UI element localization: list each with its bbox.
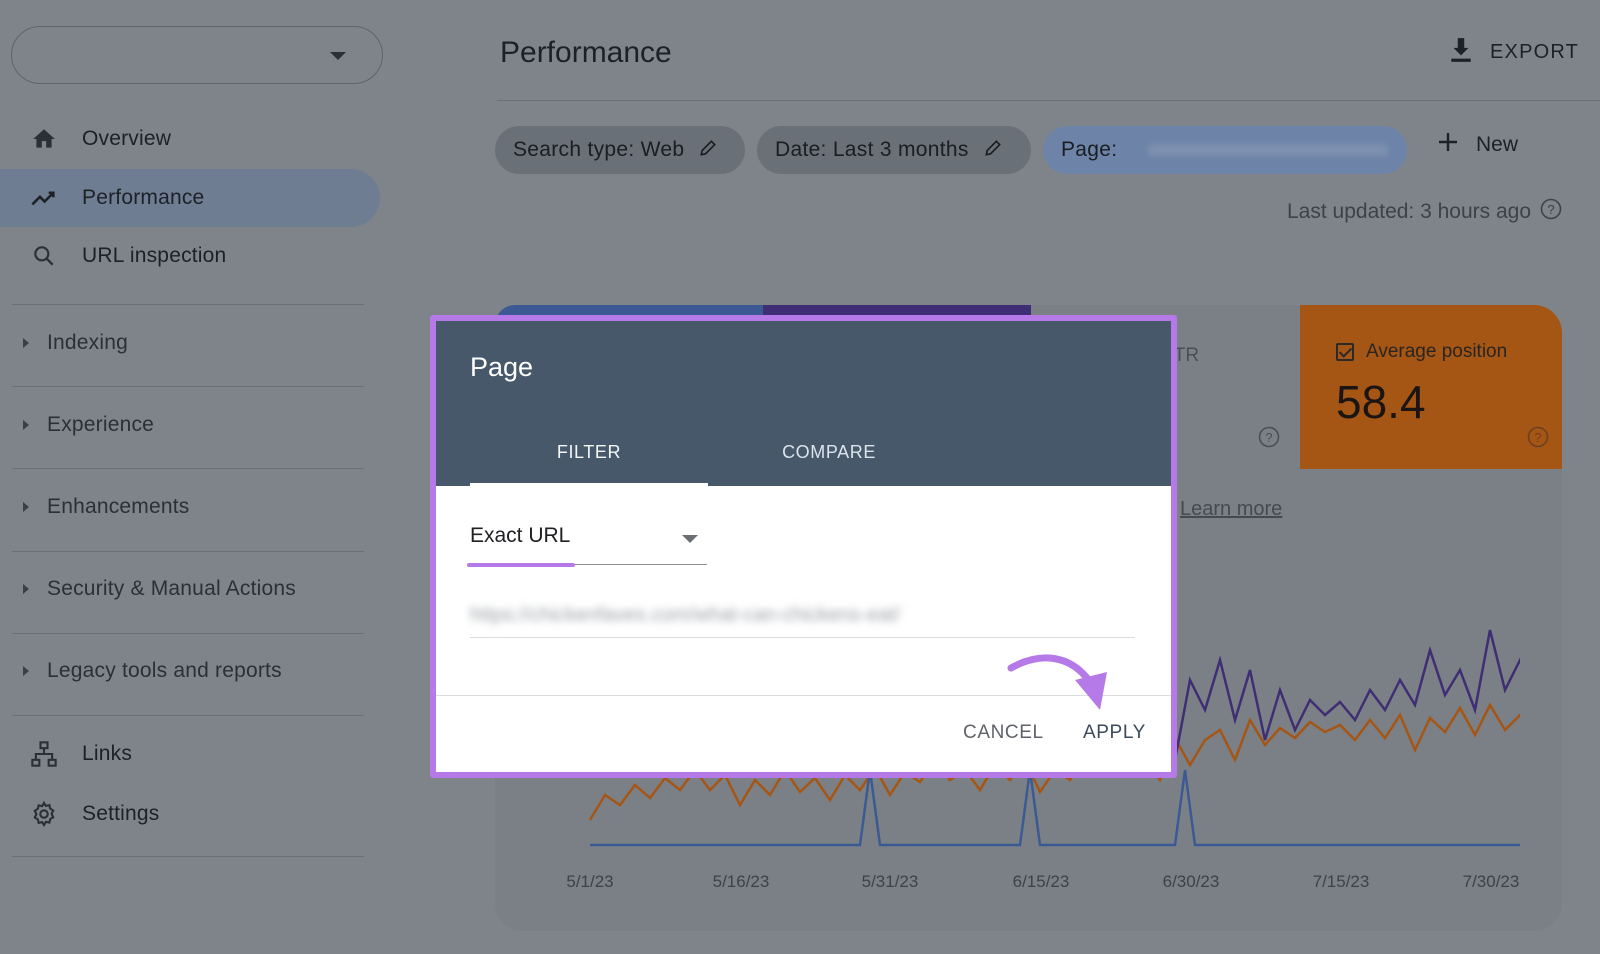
home-icon xyxy=(30,125,58,153)
sidebar-item-url-inspection[interactable]: URL inspection xyxy=(0,227,380,285)
sidebar-section-indexing[interactable]: Indexing xyxy=(0,314,380,372)
divider xyxy=(12,551,364,552)
triangle-right-icon xyxy=(23,584,29,594)
sidebar-section-label: Legacy tools and reports xyxy=(47,659,282,682)
filter-chip-search-type[interactable]: Search type: Web xyxy=(495,126,745,174)
pencil-icon[interactable] xyxy=(698,138,718,163)
x-tick-label: 5/1/23 xyxy=(566,872,614,891)
chip-label: Page: xyxy=(1061,138,1118,161)
sidebar-item-label: URL inspection xyxy=(82,244,227,267)
triangle-right-icon xyxy=(23,666,29,676)
sidebar-item-label: Links xyxy=(82,742,133,765)
triangle-right-icon xyxy=(23,338,29,348)
svg-text:?: ? xyxy=(1534,430,1541,445)
sidebar-item-links[interactable]: Links xyxy=(0,725,380,783)
sidebar-item-overview[interactable]: Overview xyxy=(0,110,380,168)
sidebar-item-label: Performance xyxy=(82,186,205,209)
sidebar-section-enhancements[interactable]: Enhancements xyxy=(0,478,380,536)
sidebar-section-label: Enhancements xyxy=(47,495,190,518)
divider xyxy=(12,468,364,469)
x-tick-label: 6/15/23 xyxy=(1012,872,1070,891)
plus-icon xyxy=(1436,130,1460,159)
filter-chip-page[interactable]: Page: xyxy=(1043,126,1407,174)
sidebar-item-label: Settings xyxy=(82,802,160,825)
new-filter-label: New xyxy=(1476,132,1519,156)
svg-text:?: ? xyxy=(1547,202,1554,217)
divider xyxy=(12,856,364,857)
x-tick-label: 7/15/23 xyxy=(1312,872,1370,891)
filter-chip-date[interactable]: Date: Last 3 months xyxy=(757,126,1031,174)
learn-more-link[interactable]: Learn more xyxy=(1180,498,1282,521)
search-icon xyxy=(30,242,58,270)
x-tick-label: 7/30/23 xyxy=(1462,872,1520,891)
sidebar-section-security[interactable]: Security & Manual Actions xyxy=(0,560,380,618)
export-button[interactable]: EXPORT xyxy=(1448,36,1579,69)
chevron-down-icon xyxy=(330,52,346,60)
average-position-tile[interactable]: Average position 58.4 ? xyxy=(1300,305,1562,469)
redacted-page-url xyxy=(1147,144,1389,156)
sidebar-section-legacy-tools[interactable]: Legacy tools and reports xyxy=(0,642,380,700)
series-line-impressions xyxy=(1173,629,1520,761)
sidebar-item-settings[interactable]: Settings xyxy=(0,785,380,843)
sitemap-icon xyxy=(30,740,58,768)
last-updated: Last updated: 3 hours ago ? xyxy=(1287,197,1563,227)
sidebar-section-label: Experience xyxy=(47,413,155,436)
metric-value: 58.4 xyxy=(1336,376,1426,428)
divider xyxy=(497,100,1600,101)
sidebar-section-label: Indexing xyxy=(47,331,128,354)
x-tick-label: 5/16/23 xyxy=(712,872,770,891)
help-icon[interactable]: ? xyxy=(1257,425,1281,454)
sidebar-section-experience[interactable]: Experience xyxy=(0,396,380,454)
page-title: Performance xyxy=(500,36,672,69)
divider xyxy=(12,715,364,716)
help-icon[interactable]: ? xyxy=(1526,425,1550,454)
x-tick-label: 6/30/23 xyxy=(1162,872,1220,891)
divider xyxy=(12,633,364,634)
property-selector[interactable] xyxy=(11,26,383,84)
chip-label: Date: Last 3 months xyxy=(775,138,969,161)
divider xyxy=(12,304,364,305)
divider xyxy=(12,386,364,387)
metric-label: Average position xyxy=(1366,341,1508,362)
sidebar-item-label: Overview xyxy=(82,127,172,150)
pencil-icon[interactable] xyxy=(983,138,1003,163)
svg-text:?: ? xyxy=(1265,430,1272,445)
sidebar-item-performance[interactable]: Performance xyxy=(0,169,380,227)
triangle-right-icon xyxy=(23,502,29,512)
triangle-right-icon xyxy=(23,420,29,430)
highlight-frame xyxy=(430,315,1177,778)
checkbox-checked-icon[interactable] xyxy=(1336,343,1354,361)
export-label: EXPORT xyxy=(1490,41,1580,63)
gear-icon xyxy=(30,800,58,828)
x-tick-label: 5/31/23 xyxy=(861,872,919,891)
sidebar-section-label: Security & Manual Actions xyxy=(47,577,296,600)
new-filter-button[interactable]: New xyxy=(1436,130,1518,159)
trending-up-icon xyxy=(30,184,58,212)
download-icon xyxy=(1448,36,1474,69)
chip-label: Search type: Web xyxy=(513,138,685,161)
help-icon[interactable]: ? xyxy=(1539,197,1563,227)
last-updated-text: Last updated: 3 hours ago xyxy=(1287,200,1532,223)
